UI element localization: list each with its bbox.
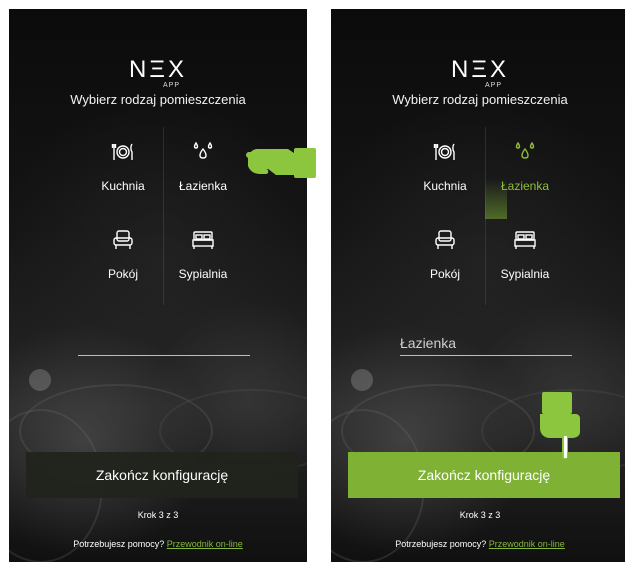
app-logo: NΞX APP bbox=[331, 56, 625, 90]
online-guide-link[interactable]: Przewodnik on-line bbox=[167, 539, 243, 549]
pointing-hand-icon bbox=[246, 148, 316, 178]
room-option-sypialnia[interactable]: Sypialnia bbox=[163, 215, 243, 303]
logo-subtext: APP bbox=[485, 82, 503, 89]
room-name-input[interactable] bbox=[78, 331, 250, 356]
room-name-input[interactable]: Łazienka bbox=[400, 331, 572, 356]
online-guide-link[interactable]: Przewodnik on-line bbox=[489, 539, 565, 549]
room-option-lazienka[interactable]: Łazienka bbox=[163, 127, 243, 215]
room-label: Pokój bbox=[107, 267, 139, 281]
room-label: Kuchnia bbox=[101, 179, 145, 193]
armchair-icon bbox=[405, 229, 485, 251]
water-drops-icon bbox=[163, 141, 243, 163]
room-label: Sypialnia bbox=[178, 267, 228, 281]
page-title: Wybierz rodzaj pomieszczenia bbox=[70, 92, 246, 107]
logo-text: NΞX bbox=[451, 56, 509, 83]
app-logo: NΞX APP bbox=[9, 56, 307, 90]
room-label: Łazienka bbox=[178, 179, 228, 193]
room-label: Łazienka bbox=[500, 179, 550, 193]
step-indicator: Krok 3 z 3 bbox=[459, 510, 501, 520]
background-photo-shape bbox=[351, 369, 373, 391]
armchair-icon bbox=[83, 229, 163, 251]
room-option-lazienka[interactable]: Łazienka bbox=[485, 127, 565, 215]
pointing-down-hand-icon bbox=[540, 392, 580, 459]
background-photo-shape bbox=[29, 369, 51, 391]
bed-icon bbox=[485, 229, 565, 251]
screen-after: NΞX APP Wybierz rodzaj pomieszczenia Kuc… bbox=[331, 9, 625, 562]
room-label: Sypialnia bbox=[500, 267, 550, 281]
bed-icon bbox=[163, 229, 243, 251]
room-option-kuchnia[interactable]: Kuchnia bbox=[405, 127, 485, 215]
help-line: Potrzebujesz pomocy? Przewodnik on-line bbox=[9, 539, 307, 549]
room-option-kuchnia[interactable]: Kuchnia bbox=[83, 127, 163, 215]
water-drops-icon bbox=[485, 141, 565, 163]
room-option-pokoj[interactable]: Pokój bbox=[83, 215, 163, 303]
room-type-grid: Kuchnia Łazienka Pokój Sypialnia bbox=[83, 127, 243, 305]
room-option-sypialnia[interactable]: Sypialnia bbox=[485, 215, 565, 303]
step-indicator: Krok 3 z 3 bbox=[137, 510, 179, 520]
screen-before: NΞX APP Wybierz rodzaj pomieszczenia Kuc… bbox=[9, 9, 307, 562]
cutlery-icon bbox=[83, 141, 163, 163]
logo-subtext: APP bbox=[163, 82, 181, 89]
help-text: Potrzebujesz pomocy? bbox=[395, 539, 487, 549]
room-label: Pokój bbox=[429, 267, 461, 281]
cutlery-icon bbox=[405, 141, 485, 163]
page-title: Wybierz rodzaj pomieszczenia bbox=[392, 92, 568, 107]
room-option-pokoj[interactable]: Pokój bbox=[405, 215, 485, 303]
logo-text: NΞX bbox=[129, 56, 187, 83]
help-text: Potrzebujesz pomocy? bbox=[73, 539, 165, 549]
room-type-grid: Kuchnia Łazienka Pokój Sypialnia bbox=[405, 127, 565, 305]
help-line: Potrzebujesz pomocy? Przewodnik on-line bbox=[331, 539, 625, 549]
finish-configuration-button[interactable]: Zakończ konfigurację bbox=[26, 452, 298, 498]
room-label: Kuchnia bbox=[423, 179, 467, 193]
